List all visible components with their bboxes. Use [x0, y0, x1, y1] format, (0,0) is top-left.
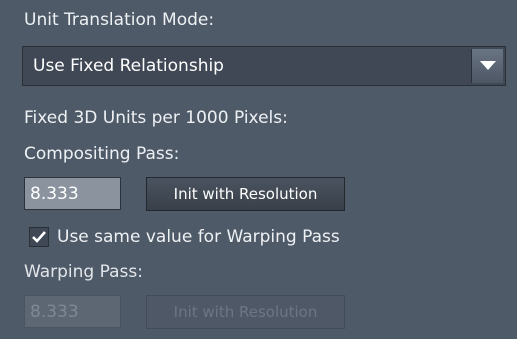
checkmark-icon — [32, 231, 46, 243]
fixed-units-label: Fixed 3D Units per 1000 Pixels: — [24, 108, 288, 128]
compositing-pass-input[interactable]: 8.333 — [24, 177, 121, 210]
unit-translation-mode-label: Unit Translation Mode: — [24, 10, 215, 30]
same-value-checkbox[interactable] — [29, 227, 49, 247]
chevron-down-icon — [480, 61, 496, 70]
dropdown-selected-value: Use Fixed Relationship — [33, 56, 224, 76]
warping-pass-input: 8.333 — [24, 295, 121, 328]
compositing-pass-label: Compositing Pass: — [24, 144, 180, 164]
unit-translation-mode-dropdown[interactable]: Use Fixed Relationship — [22, 46, 506, 86]
unit-translation-panel: Unit Translation Mode: Use Fixed Relatio… — [0, 0, 523, 345]
dropdown-arrow-button[interactable] — [471, 49, 503, 83]
same-value-checkbox-label[interactable]: Use same value for Warping Pass — [57, 227, 340, 247]
warping-init-with-resolution-button: Init with Resolution — [146, 295, 345, 329]
warping-pass-label: Warping Pass: — [24, 262, 143, 282]
compositing-init-with-resolution-button[interactable]: Init with Resolution — [146, 177, 345, 211]
